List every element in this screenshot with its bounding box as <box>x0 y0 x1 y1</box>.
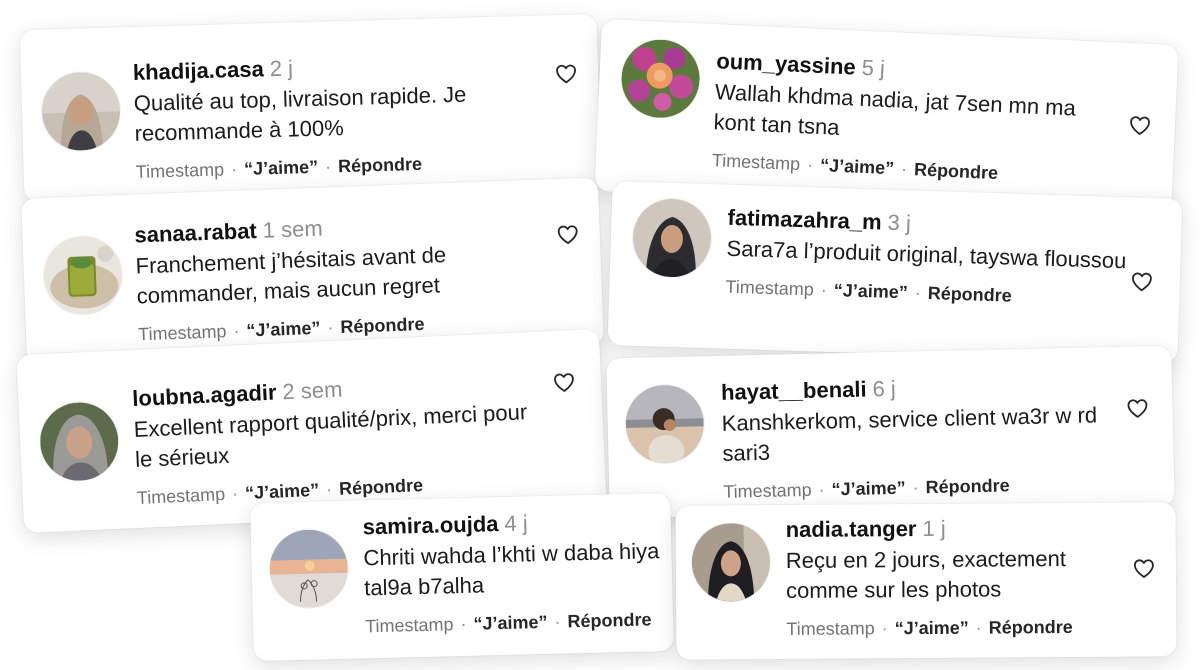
username[interactable]: nadia.tanger <box>786 516 917 542</box>
comment-text: Franchement j’hésitais avant de commande… <box>135 242 447 309</box>
timestamp: Timestamp <box>136 483 226 508</box>
avatar[interactable] <box>631 197 713 279</box>
avatar[interactable] <box>619 37 702 120</box>
comment-age: 1 sem <box>262 215 324 243</box>
like-link[interactable]: “J’aime” <box>245 480 320 503</box>
comment-card: khadija.casa 2 j Qualité au top, livraiso… <box>19 13 602 203</box>
comment-age: 6 j <box>872 375 897 402</box>
username[interactable]: samira.oujda <box>362 511 498 539</box>
username[interactable]: oum_yassine <box>716 48 856 79</box>
timestamp: Timestamp <box>786 618 875 639</box>
timestamp: Timestamp <box>723 479 812 502</box>
avatar-image <box>42 235 124 316</box>
heart-outline-icon[interactable] <box>555 222 580 247</box>
like-link[interactable]: “J’aime” <box>895 618 969 639</box>
separator-dot: · <box>881 618 888 639</box>
comment-card: samira.oujda 4 j Chriti wahda l’khti w da… <box>250 492 674 662</box>
comment-actions: Timestamp · “J’aime” · Répondre <box>711 149 1112 189</box>
like-link[interactable]: “J’aime” <box>244 157 319 179</box>
comment-card: hayat__benali 6 j Kanshkerkom, service cl… <box>606 345 1175 519</box>
comment-actions: Timestamp · “J’aime” · Répondre <box>135 150 535 183</box>
separator-dot: · <box>327 317 334 338</box>
reply-link[interactable]: Répondre <box>339 475 424 499</box>
avatar-image <box>619 37 702 120</box>
comment-text: Chriti wahda l’khti w daba hiya tal9a b7… <box>363 538 660 601</box>
reply-link[interactable]: Répondre <box>914 159 999 183</box>
avatar-image <box>691 523 771 602</box>
separator-dot: · <box>233 320 240 341</box>
separator-dot: · <box>914 282 922 303</box>
avatar[interactable] <box>624 384 705 464</box>
avatar[interactable] <box>38 400 120 483</box>
reply-link[interactable]: Répondre <box>925 475 1009 497</box>
comment-card: fatimazahra_m 3 j Sara7a l’produit origin… <box>607 181 1183 363</box>
username[interactable]: sanaa.rabat <box>134 218 257 247</box>
heart-outline-icon[interactable] <box>1129 269 1154 294</box>
separator-dot: · <box>460 613 467 635</box>
separator-dot: · <box>324 156 332 177</box>
avatar-image <box>631 197 713 279</box>
heart-outline-icon[interactable] <box>552 370 577 395</box>
separator-dot: · <box>975 617 982 638</box>
comment-age: 5 j <box>861 54 886 81</box>
reply-link[interactable]: Répondre <box>927 283 1012 306</box>
avatar[interactable] <box>268 528 349 609</box>
avatar-image <box>40 71 122 152</box>
username[interactable]: fatimazahra_m <box>727 205 882 235</box>
separator-dot: · <box>818 479 825 500</box>
comment-card: nadia.tanger 1 j Reçu en 2 jours, exactem… <box>675 502 1177 660</box>
avatar-image <box>38 400 120 483</box>
username[interactable]: loubna.agadir <box>132 380 277 412</box>
comment-age: 2 sem <box>281 376 343 405</box>
comment-actions: Timestamp · “J’aime” · Répondre <box>723 472 1123 503</box>
avatar-image <box>268 528 349 609</box>
comment-actions: Timestamp · “J’aime” · Répondre <box>725 276 1125 311</box>
reply-link[interactable]: Répondre <box>567 609 651 631</box>
timestamp: Timestamp <box>135 159 225 182</box>
separator-dot: · <box>554 611 561 632</box>
heart-outline-icon[interactable] <box>1125 396 1150 421</box>
username[interactable]: khadija.casa <box>133 56 265 85</box>
comment-text: Reçu en 2 jours, exactement comme sur le… <box>785 546 1066 603</box>
reply-link[interactable]: Répondre <box>340 314 425 337</box>
timestamp: Timestamp <box>364 614 454 637</box>
separator-dot: · <box>900 158 908 179</box>
reply-link[interactable]: Répondre <box>338 154 423 176</box>
separator-dot: · <box>912 477 919 498</box>
comment-age: 3 j <box>887 209 912 236</box>
comment-age: 4 j <box>504 510 528 536</box>
comment-age: 2 j <box>269 55 294 82</box>
separator-dot: · <box>325 479 333 500</box>
comment-text: Qualité au top, livraison rapide. Je rec… <box>133 81 467 146</box>
comment-text: Kanshkerkom, service client wa3r w rd sa… <box>721 402 1098 466</box>
avatar[interactable] <box>42 235 124 316</box>
like-link[interactable]: “J’aime” <box>473 612 548 634</box>
comment-age: 1 j <box>922 515 946 542</box>
heart-outline-icon[interactable] <box>554 62 579 87</box>
comment-actions: Timestamp · “J’aime” · Répondre <box>786 616 1106 640</box>
like-link[interactable]: “J’aime” <box>833 280 908 302</box>
username[interactable]: hayat__benali <box>721 377 867 405</box>
like-link[interactable]: “J’aime” <box>820 155 895 178</box>
separator-dot: · <box>820 279 828 300</box>
like-link[interactable]: “J’aime” <box>831 478 905 500</box>
avatar-image <box>624 384 705 464</box>
separator-dot: · <box>231 483 239 504</box>
separator-dot: · <box>806 154 814 175</box>
timestamp: Timestamp <box>711 150 801 175</box>
avatar[interactable] <box>40 71 122 152</box>
heart-outline-icon[interactable] <box>1127 113 1152 138</box>
comments-collage: khadija.casa 2 j Qualité au top, livraiso… <box>0 0 1200 670</box>
reply-link[interactable]: Répondre <box>989 617 1073 638</box>
timestamp: Timestamp <box>137 321 227 345</box>
comment-actions: Timestamp · “J’aime” · Répondre <box>365 608 665 637</box>
timestamp: Timestamp <box>725 276 815 300</box>
avatar[interactable] <box>691 523 771 602</box>
like-link[interactable]: “J’aime” <box>246 318 321 341</box>
heart-outline-icon[interactable] <box>1132 556 1156 580</box>
separator-dot: · <box>230 159 238 180</box>
